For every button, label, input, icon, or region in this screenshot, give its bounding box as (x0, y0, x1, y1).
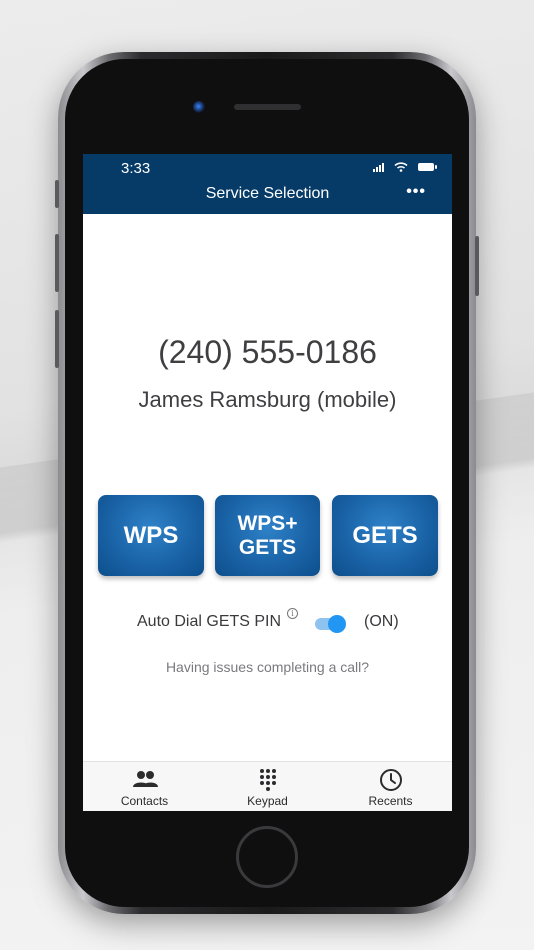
info-icon[interactable]: i (287, 608, 298, 619)
recents-icon (379, 769, 402, 791)
page-title: Service Selection (205, 185, 330, 202)
status-icons (373, 162, 437, 172)
auto-dial-state: (ON) (364, 613, 399, 630)
tab-contacts-label: Contacts (120, 794, 169, 808)
wifi-icon (394, 162, 408, 172)
auto-dial-toggle[interactable] (315, 615, 347, 633)
gets-button-label: GETS (352, 521, 418, 549)
app-screen: 3:33 Service Selection ••• (240) 555-018… (83, 154, 452, 811)
keypad-icon (259, 769, 276, 791)
tab-recents[interactable]: Recents (329, 762, 452, 811)
volume-down-button (55, 310, 59, 368)
earpiece-speaker (234, 104, 301, 110)
contacts-icon (132, 771, 158, 787)
toggle-knob (328, 615, 346, 633)
tab-keypad-label: Keypad (247, 794, 288, 808)
tab-recents-label: Recents (368, 794, 413, 808)
more-options-button[interactable]: ••• (406, 183, 426, 201)
tab-bar: Contacts Keypad Recents (83, 761, 452, 811)
contact-name: James Ramsburg (mobile) (138, 387, 397, 412)
mute-switch (55, 180, 59, 208)
front-camera (193, 101, 205, 113)
wps-gets-button-label-line2: GETS (238, 535, 297, 559)
home-button[interactable] (236, 826, 298, 888)
navigation-bar: 3:33 Service Selection ••• (83, 154, 452, 214)
tab-keypad[interactable]: Keypad (206, 762, 329, 811)
status-time: 3:33 (121, 160, 151, 177)
power-button (475, 236, 479, 296)
tab-contacts[interactable]: Contacts (83, 762, 206, 811)
volume-up-button (55, 234, 59, 292)
gets-button[interactable]: GETS (332, 495, 438, 576)
dialed-number: (240) 555-0186 (158, 334, 377, 370)
wps-button-label: WPS (123, 521, 179, 549)
auto-dial-label: Auto Dial GETS PIN (137, 613, 282, 630)
call-issues-link[interactable]: Having issues completing a call? (83, 659, 452, 675)
wps-gets-button[interactable]: WPS+ GETS (215, 495, 320, 576)
signal-icon (373, 162, 384, 172)
battery-icon (418, 163, 437, 171)
wps-gets-button-label-line1: WPS+ (237, 511, 298, 535)
wps-button[interactable]: WPS (98, 495, 204, 576)
